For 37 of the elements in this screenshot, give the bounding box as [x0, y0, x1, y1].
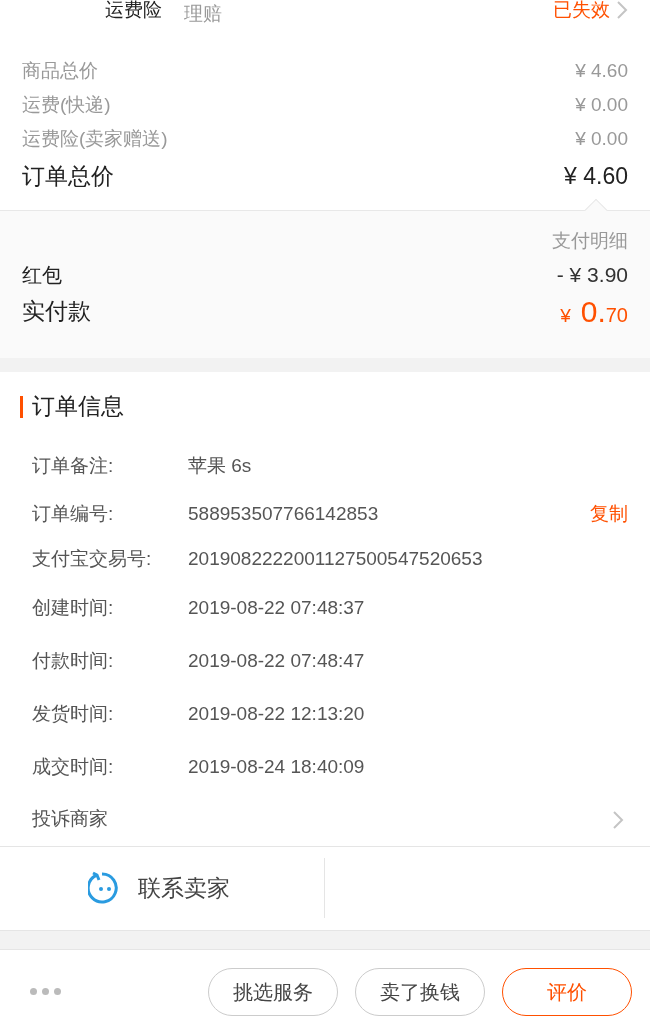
discount-label: 红包: [22, 262, 62, 288]
info-value: 588953507766142853: [188, 501, 379, 526]
price-value: ¥ 4.60: [575, 58, 628, 83]
more-icon[interactable]: [30, 988, 61, 996]
paid-amount: ¥ 0.70: [560, 294, 628, 330]
info-value: 2019-08-24 18:40:09: [188, 754, 365, 779]
price-label: 运费(快递): [22, 92, 111, 117]
complaint-row[interactable]: 投诉商家: [0, 793, 650, 847]
chevron-icon: [612, 809, 624, 830]
info-label: 订单备注:: [32, 454, 115, 479]
complaint-label: 投诉商家: [32, 807, 108, 832]
discount-value: - ¥ 3.90: [556, 261, 628, 288]
price-label: 运费险(卖家赠送): [22, 126, 168, 151]
insurance-status: 已失效: [553, 0, 610, 20]
info-value: 2019-08-22 12:13:20: [188, 701, 365, 726]
insurance-note: 理赔: [184, 4, 222, 24]
info-value: 2019-08-22 07:48:47: [188, 648, 365, 673]
price-label: 商品总价: [22, 58, 98, 83]
price-value: ¥ 0.00: [575, 92, 628, 117]
accent-bar: [20, 395, 23, 418]
paid-label: 实付款: [22, 297, 91, 327]
insurance-label: 运费险: [105, 0, 162, 20]
info-label: 创建时间:: [32, 595, 115, 620]
info-value: 2019-08-22 07:48:37: [188, 595, 365, 620]
total-value: ¥ 4.60: [564, 161, 628, 191]
contact-seller-button[interactable]: 联系卖家: [0, 858, 325, 918]
info-label: 发货时间:: [32, 701, 115, 726]
chevron-icon: [616, 0, 628, 20]
section-title: 订单信息: [32, 392, 124, 422]
info-label: 成交时间:: [32, 754, 115, 779]
info-label: 付款时间:: [32, 648, 115, 673]
info-value: 2019082222001127500547520653: [188, 546, 483, 571]
price-value: ¥ 0.00: [575, 126, 628, 151]
info-value: 苹果 6s: [188, 454, 252, 479]
info-label: 订单编号:: [32, 501, 115, 526]
total-label: 订单总价: [22, 161, 114, 191]
info-label: 支付宝交易号:: [32, 546, 153, 571]
